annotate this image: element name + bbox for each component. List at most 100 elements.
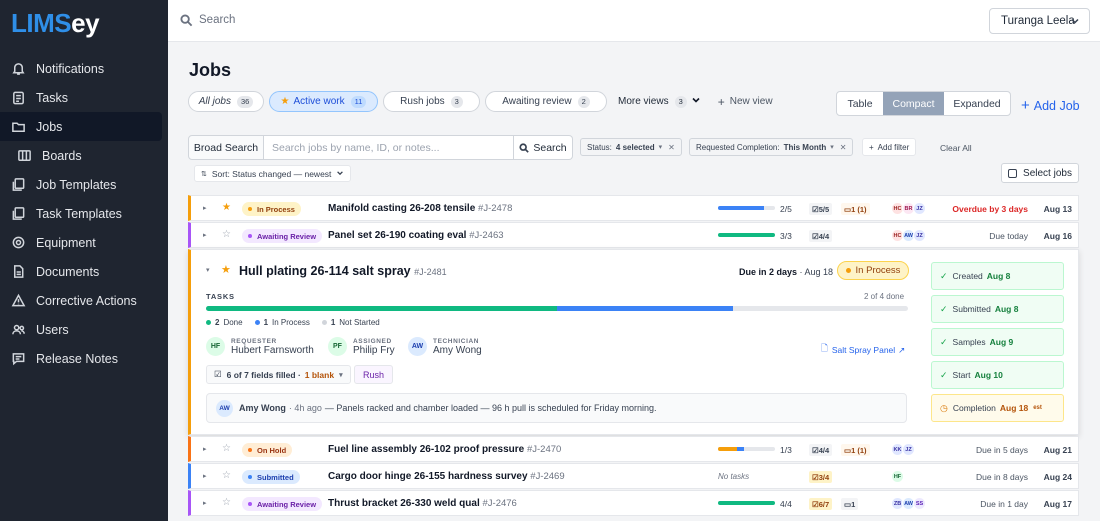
progress-count: 4/4 [780, 499, 792, 509]
due-date: · Aug 18 [797, 267, 834, 277]
done-segment [206, 306, 557, 311]
sidebar-item-label: Tasks [36, 90, 68, 105]
sidebar-item-notifications[interactable]: Notifications [0, 54, 162, 83]
job-title: Manifold casting 26-208 tensile [328, 203, 476, 214]
status-dot [248, 502, 252, 506]
legend-not-started: 1 Not Started [321, 318, 380, 327]
star-outline-icon[interactable]: ☆ [222, 470, 231, 481]
sidebar-item-label: Task Templates [36, 206, 122, 221]
job-id: #J-2463 [469, 230, 504, 241]
tasks-progress-bar [206, 306, 908, 311]
tab-rush-jobs[interactable]: Rush jobs 3 [383, 91, 480, 112]
comments-count: 1 [851, 499, 856, 509]
global-search-input[interactable]: Search [199, 14, 235, 26]
job-name[interactable]: Fuel line assembly 26-102 proof pressure… [328, 444, 561, 455]
expand-toggle-icon[interactable]: ▸ [203, 204, 207, 212]
salt-spray-panel-link[interactable]: 🗋 Salt Spray Panel ↗ [821, 343, 905, 357]
star-outline-icon[interactable]: ☆ [222, 443, 231, 454]
status-filter-chip[interactable]: Status: 4 selected ▾ ✕ [580, 138, 682, 156]
technician: AW TECHNICIAN Amy Wong [408, 337, 482, 356]
layout-expanded-button[interactable]: Expanded [944, 92, 1010, 115]
latest-comment[interactable]: AW Amy Wong · 4h ago — Panels racked and… [206, 393, 907, 423]
sidebar-item-tasks[interactable]: Tasks [0, 83, 162, 112]
expand-toggle-icon[interactable]: ▸ [203, 231, 207, 239]
completion-filter-chip[interactable]: Requested Completion: This Month ▾ ✕ [689, 138, 854, 156]
sidebar-item-corrective-actions[interactable]: Corrective Actions [0, 286, 162, 315]
status-dot [845, 268, 851, 273]
search-button[interactable]: Search [514, 135, 573, 160]
sidebar-item-users[interactable]: Users [0, 315, 162, 344]
star-outline-icon[interactable]: ☆ [222, 497, 231, 508]
status-badge: In Process [242, 202, 301, 216]
more-views-label: More views [618, 96, 669, 107]
layout-table-button[interactable]: Table [837, 92, 883, 115]
star-icon[interactable]: ★ [221, 263, 231, 276]
progress-count: 3/3 [780, 231, 792, 241]
avatar[interactable]: JZ [913, 202, 926, 215]
topbar: Search Turanga Leela [168, 0, 1100, 42]
sidebar-item-documents[interactable]: Documents [0, 257, 162, 286]
fields-filled-dropdown[interactable]: ☑ 6 of 7 fields filled · 1 blank ▾ [206, 365, 351, 384]
new-view-button[interactable]: + New view [718, 95, 773, 109]
job-name[interactable]: Cargo door hinge 26-155 hardness survey … [328, 471, 565, 482]
avatar[interactable]: PF [328, 337, 347, 356]
avatar[interactable]: AW [408, 337, 427, 356]
close-icon[interactable]: ✕ [840, 143, 847, 152]
job-row[interactable]: ▸ ☆ Awaiting Review Thrust bracket 26-33… [188, 490, 1079, 516]
app-logo[interactable]: LIMSey [11, 8, 100, 39]
expand-toggle-icon[interactable]: ▸ [203, 499, 207, 507]
close-icon[interactable]: ✕ [668, 143, 675, 152]
job-name[interactable]: Hull plating 26-114 salt spray #J-2481 [239, 264, 447, 278]
sidebar-item-task-templates[interactable]: Task Templates [0, 199, 162, 228]
job-name[interactable]: Thrust bracket 26-330 weld qual #J-2476 [328, 498, 517, 509]
sidebar-item-boards[interactable]: Boards [0, 141, 162, 170]
avatar[interactable]: SS [913, 497, 926, 510]
due-date: Aug 16 [1043, 231, 1072, 241]
tab-label: All jobs [198, 96, 231, 107]
status-label: In Process [855, 265, 901, 276]
select-jobs-button[interactable]: Select jobs [1001, 163, 1079, 183]
rush-tag[interactable]: Rush [354, 365, 394, 384]
tab-active-work[interactable]: ★ Active work 11 [269, 91, 378, 112]
avatar[interactable]: JZ [913, 229, 926, 242]
job-name[interactable]: Manifold casting 26-208 tensile #J-2478 [328, 203, 512, 214]
job-row[interactable]: ▸ ☆ Awaiting Review Panel set 26-190 coa… [188, 222, 1079, 248]
job-search-input[interactable]: Search jobs by name, ID, or notes... [264, 135, 514, 160]
comments-count: 1 (1) [851, 204, 867, 214]
layout-compact-button[interactable]: Compact [883, 92, 944, 115]
chat-icon [10, 351, 26, 367]
user-menu-dropdown[interactable]: Turanga Leela [989, 8, 1090, 34]
check-icon: ✓ [940, 270, 948, 281]
add-job-button[interactable]: + Add Job [1021, 97, 1080, 114]
clear-all-button[interactable]: Clear All [940, 143, 972, 153]
job-row[interactable]: ▸ ☆ On Hold Fuel line assembly 26-102 pr… [188, 436, 1079, 462]
add-filter-button[interactable]: + Add filter [862, 138, 917, 156]
person-name: Amy Wong [433, 344, 482, 356]
job-title: Fuel line assembly 26-102 proof pressure [328, 444, 525, 455]
job-name[interactable]: Panel set 26-190 coating eval #J-2463 [328, 230, 504, 241]
more-views-dropdown[interactable]: More views 3 [618, 95, 701, 108]
job-row[interactable]: ▸ ☆ Submitted Cargo door hinge 26-155 ha… [188, 463, 1079, 489]
main-content: Jobs All jobs 36 ★ Active work 11 Rush j… [168, 42, 1100, 521]
job-row[interactable]: ▸ ★ In Process Manifold casting 26-208 t… [188, 195, 1079, 221]
sidebar-item-job-templates[interactable]: Job Templates [0, 170, 162, 199]
status-badge[interactable]: In Process [837, 261, 909, 280]
avatar[interactable]: HF [891, 470, 904, 483]
expand-toggle-icon[interactable]: ▸ [203, 445, 207, 453]
tab-awaiting-review[interactable]: Awaiting review 2 [485, 91, 607, 112]
estimate-tag: est [1033, 405, 1042, 411]
broad-search-button[interactable]: Broad Search [188, 135, 264, 160]
avatar[interactable]: JZ [902, 443, 915, 456]
sort-dropdown[interactable]: ⇅ Sort: Status changed — newest [194, 165, 352, 182]
collapse-toggle-icon[interactable]: ▾ [206, 266, 210, 274]
expand-toggle-icon[interactable]: ▸ [203, 472, 207, 480]
star-outline-icon[interactable]: ☆ [222, 229, 231, 240]
avatar[interactable]: HF [206, 337, 225, 356]
sidebar-item-equipment[interactable]: Equipment [0, 228, 162, 257]
sidebar-item-jobs[interactable]: Jobs [0, 112, 162, 141]
star-icon[interactable]: ★ [222, 202, 231, 213]
sidebar-item-release-notes[interactable]: Release Notes [0, 344, 162, 373]
tab-all-jobs[interactable]: All jobs 36 [188, 91, 264, 112]
timeline-submitted: ✓ Submitted Aug 8 [931, 295, 1064, 323]
new-view-label: New view [729, 96, 773, 107]
